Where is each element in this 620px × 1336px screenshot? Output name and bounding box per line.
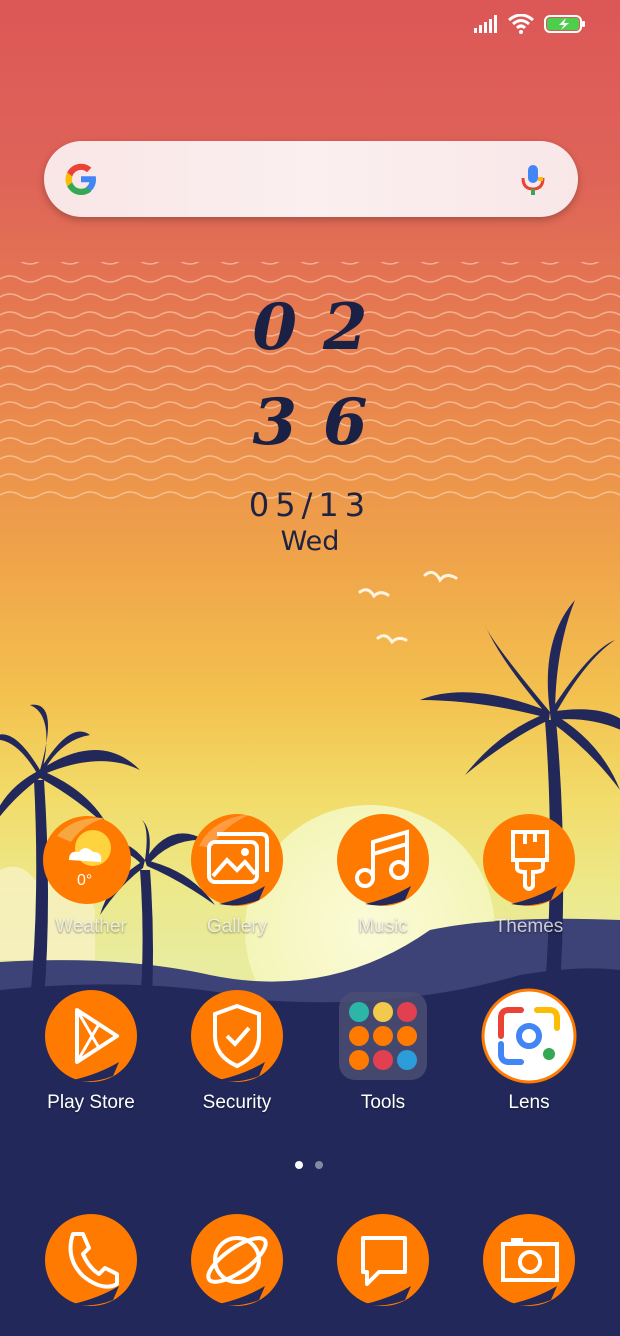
messages-icon <box>335 1212 431 1308</box>
lens-icon <box>481 988 577 1084</box>
play-store-icon <box>43 988 139 1084</box>
app-music[interactable]: Music <box>310 812 456 938</box>
app-play-store[interactable]: Play Store <box>18 988 164 1114</box>
app-security[interactable]: Security <box>164 988 310 1114</box>
app-label: Gallery <box>206 916 268 937</box>
tools-folder-icon <box>335 988 431 1084</box>
page-dot[interactable] <box>315 1161 323 1169</box>
clock-hours[interactable]: 02 <box>0 290 620 365</box>
signal-icon <box>474 15 497 33</box>
app-lens[interactable]: Lens <box>456 988 602 1114</box>
clock-minutes[interactable]: 36 <box>0 385 620 460</box>
dock-messages[interactable] <box>310 1212 456 1308</box>
browser-icon <box>189 1212 285 1308</box>
gallery-icon <box>189 812 285 908</box>
app-label: Lens <box>508 1092 550 1113</box>
music-icon <box>335 812 431 908</box>
app-label: Tools <box>360 1092 406 1113</box>
weather-icon: 0° <box>43 812 139 908</box>
clock-weekday: Wed <box>280 526 340 557</box>
app-themes[interactable]: Themes <box>456 812 602 938</box>
battery-charging-icon <box>544 15 585 33</box>
app-weather[interactable]: 0° Weather <box>18 812 164 938</box>
weather-temperature: 0° <box>77 872 93 889</box>
themes-icon <box>481 812 577 908</box>
folder-tools[interactable]: Tools <box>310 988 456 1114</box>
wifi-icon <box>508 14 534 34</box>
app-label: Music <box>358 916 408 937</box>
clock-date: 05/13 <box>248 486 372 524</box>
google-search-bar[interactable] <box>44 141 578 217</box>
app-label: Security <box>202 1092 272 1113</box>
dock-browser[interactable] <box>164 1212 310 1308</box>
dock-phone[interactable] <box>18 1212 164 1308</box>
app-label: Weather <box>55 916 127 937</box>
page-indicator[interactable] <box>295 1161 323 1169</box>
security-icon <box>189 988 285 1084</box>
page-dot-active[interactable] <box>295 1161 303 1169</box>
birds <box>358 570 458 645</box>
app-label: Play Store <box>47 1092 135 1113</box>
phone-icon <box>43 1212 139 1308</box>
mic-icon[interactable] <box>518 163 548 197</box>
app-label: Themes <box>494 916 564 937</box>
search-input[interactable] <box>116 159 496 199</box>
app-gallery[interactable]: Gallery <box>164 812 310 938</box>
dock-camera[interactable] <box>456 1212 602 1308</box>
google-g-icon <box>65 163 96 195</box>
camera-icon <box>481 1212 577 1308</box>
status-bar <box>474 14 586 34</box>
